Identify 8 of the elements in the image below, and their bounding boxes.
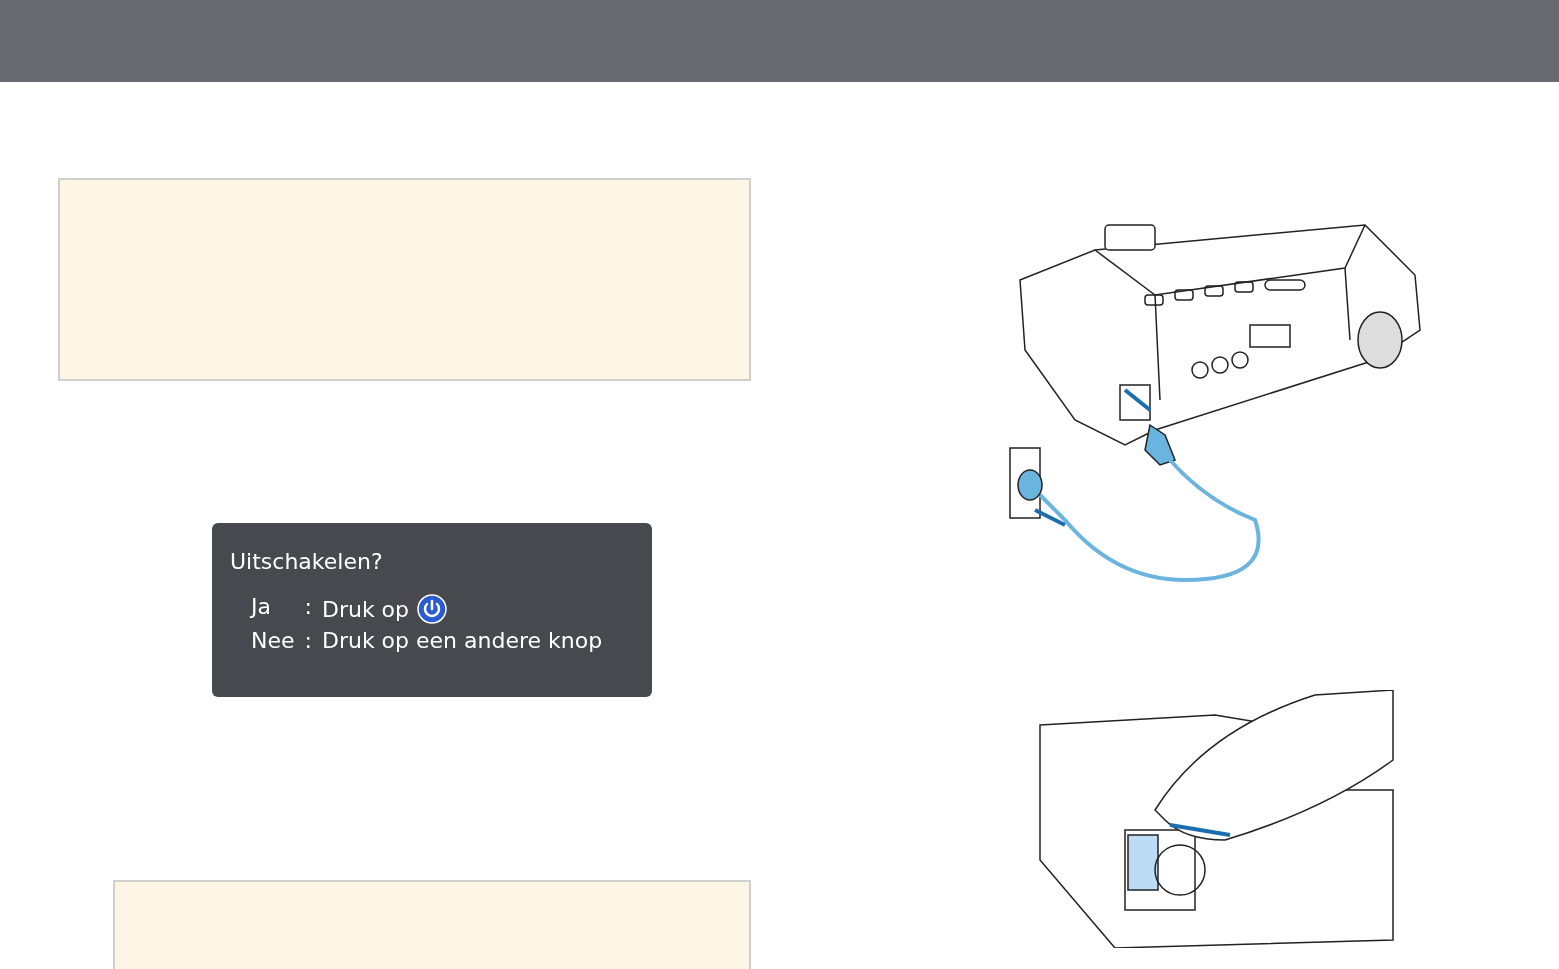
option-action: Druk op een andere knop	[321, 628, 603, 653]
option-label: Ja	[251, 594, 272, 621]
option-action: Druk op	[321, 596, 410, 622]
separator: :	[304, 628, 312, 653]
option-label: Nee	[251, 628, 295, 653]
power-icon	[417, 594, 448, 624]
separator: :	[304, 594, 312, 621]
dialog-title: Uitschakelen?	[230, 549, 384, 574]
